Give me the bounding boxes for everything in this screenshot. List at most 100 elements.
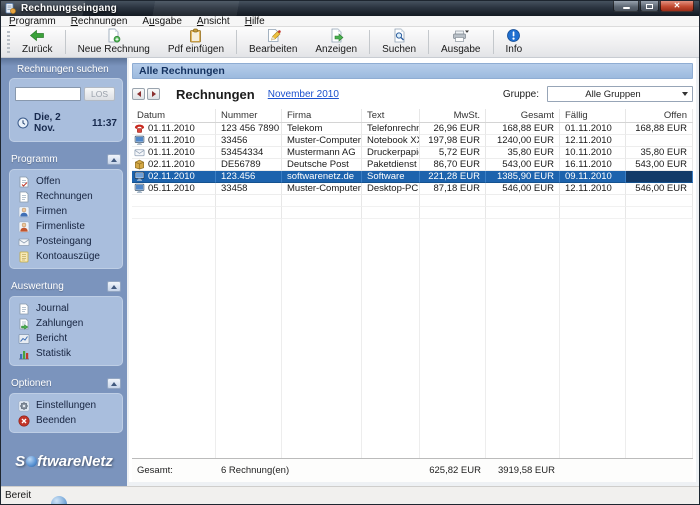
logo-sphere-icon: [25, 456, 37, 467]
titlebar: Rechnungseingang ✕: [1, 1, 699, 16]
quit-icon: [18, 415, 30, 427]
menu-programm[interactable]: Programm: [9, 16, 56, 27]
toolbar-grip: [7, 31, 10, 53]
open-invoices-icon: [18, 176, 30, 188]
chevron-up-icon: [111, 157, 117, 162]
minimize-button[interactable]: [613, 1, 639, 12]
invoice-count: 6 Rechnung(en): [221, 465, 290, 476]
table-header: Datum Nummer Firma Text MwSt. Gesamt Fäl…: [132, 109, 693, 123]
bank-statement-icon: [18, 251, 30, 263]
search-input[interactable]: [15, 87, 81, 101]
mwst-total: 625,82 EUR: [429, 465, 481, 476]
previous-month-button[interactable]: [132, 88, 145, 100]
mail-icon: [18, 236, 30, 248]
content-header: Alle Rechnungen: [132, 63, 693, 79]
table-row[interactable]: 01.11.2010 53454334 Mustermann AG Drucke…: [132, 147, 693, 159]
current-time: 11:37: [91, 117, 117, 129]
background-artifact: [51, 496, 67, 504]
collapse-button[interactable]: [107, 154, 121, 165]
main-content: Alle Rechnungen Rechnungen November 2010…: [129, 58, 696, 482]
computer-icon: [134, 135, 145, 146]
app-icon: [5, 3, 16, 14]
nav-row: Rechnungen November 2010 Gruppe: Alle Gr…: [132, 84, 693, 104]
softwarenetz-logo: SftwareNetz: [15, 453, 113, 470]
journal-icon: [18, 303, 30, 315]
sidebar-item-einstellungen[interactable]: Einstellungen: [9, 398, 123, 413]
section-header-optionen: Optionen: [11, 378, 121, 389]
sidebar-item-kontoauszuege[interactable]: Kontoauszüge: [9, 249, 123, 264]
sidebar-item-posteingang[interactable]: Posteingang: [9, 234, 123, 249]
table-row[interactable]: 05.11.2010 33458 Muster-Computer Desktop…: [132, 183, 693, 195]
table-empty-area: [132, 219, 693, 458]
sidebar-item-rechnungen[interactable]: Rechnungen: [9, 189, 123, 204]
status-text: Bereit: [5, 490, 32, 501]
collapse-button[interactable]: [107, 378, 121, 389]
edit-icon: [266, 28, 281, 43]
invoice-document-icon: [18, 191, 30, 203]
maximize-button[interactable]: [640, 1, 659, 12]
table-row-empty: [132, 195, 693, 207]
menu-hilfe[interactable]: Hilfe: [245, 16, 265, 27]
app-window: Rechnungseingang ✕ Programm Rechnungen A…: [0, 0, 700, 505]
programm-panel: Offen Rechnungen Firmen Firmenliste Post…: [9, 169, 123, 269]
sidebar-item-firmenliste[interactable]: Firmenliste: [9, 219, 123, 234]
printer-icon: [452, 28, 470, 43]
table-row-selected[interactable]: 02.11.2010 123.456 softwarenetz.de Softw…: [132, 171, 693, 183]
pdf-insert-button[interactable]: Pdf einfügen: [159, 27, 233, 57]
search-doc-icon: [392, 28, 407, 43]
clock-icon: [17, 117, 29, 129]
search-button[interactable]: Suchen: [373, 27, 425, 57]
sidebar-item-firmen[interactable]: Firmen: [9, 204, 123, 219]
sidebar-item-bericht[interactable]: Bericht: [9, 331, 123, 346]
search-go-button[interactable]: LOS: [84, 87, 115, 101]
sidebar-item-beenden[interactable]: Beenden: [9, 413, 123, 428]
table-row-empty: [132, 207, 693, 219]
close-button[interactable]: ✕: [660, 1, 694, 12]
sidebar-item-journal[interactable]: Journal: [9, 301, 123, 316]
toolbar-separator: [236, 30, 238, 54]
new-invoice-button[interactable]: Neue Rechnung: [69, 27, 159, 57]
group-dropdown[interactable]: Alle Gruppen: [547, 86, 693, 102]
table-row[interactable]: 01.11.2010 123 456 7890 Telekom Telefonr…: [132, 123, 693, 135]
optionen-panel: Einstellungen Beenden: [9, 393, 123, 433]
menu-ansicht[interactable]: Ansicht: [197, 16, 230, 27]
info-button[interactable]: Info: [497, 27, 532, 57]
table-row[interactable]: 01.11.2010 33456 Muster-Computer Noteboo…: [132, 135, 693, 147]
collapse-button[interactable]: [107, 281, 121, 292]
toolbar-separator: [64, 30, 66, 54]
toolbar-separator: [428, 30, 430, 54]
search-section-title: Rechnungen suchen: [17, 64, 109, 75]
sidebar-item-offen[interactable]: Offen: [9, 174, 123, 189]
person-list-icon: [18, 221, 30, 233]
chevron-up-icon: [111, 381, 117, 386]
window-title: Rechnungseingang: [21, 3, 117, 14]
back-button[interactable]: Zurück: [13, 27, 62, 57]
chart-icon: [18, 348, 30, 360]
mail-icon: [134, 147, 145, 158]
report-icon: [18, 333, 30, 345]
person-icon: [18, 206, 30, 218]
new-invoice-icon: [106, 28, 121, 43]
next-month-button[interactable]: [147, 88, 160, 100]
sidebar: Rechnungen suchen LOS Die, 2 Nov. 11:37: [1, 58, 127, 486]
view-icon: [329, 28, 344, 43]
payments-icon: [18, 318, 30, 330]
toolbar-separator: [492, 30, 494, 54]
back-arrow-icon: [29, 28, 45, 43]
table-row[interactable]: 02.11.2010 DE56789 Deutsche Post Paketdi…: [132, 159, 693, 171]
sidebar-item-statistik[interactable]: Statistik: [9, 346, 123, 361]
menu-rechnungen[interactable]: Rechnungen: [71, 16, 128, 27]
clipboard-icon: [188, 28, 203, 43]
edit-button[interactable]: Bearbeiten: [240, 27, 306, 57]
sidebar-item-zahlungen[interactable]: Zahlungen: [9, 316, 123, 331]
totals-label: Gesamt:: [137, 465, 173, 476]
computer-icon: [134, 183, 145, 194]
print-button[interactable]: Ausgabe: [432, 27, 489, 57]
package-icon: [134, 159, 145, 170]
section-header-auswertung: Auswertung: [11, 281, 121, 292]
page-title: Rechnungen: [176, 86, 255, 102]
view-button[interactable]: Anzeigen: [306, 27, 366, 57]
period-link[interactable]: November 2010: [268, 89, 339, 100]
arrow-left-icon: [136, 91, 141, 97]
menu-ausgabe[interactable]: Ausgabe: [142, 16, 181, 27]
